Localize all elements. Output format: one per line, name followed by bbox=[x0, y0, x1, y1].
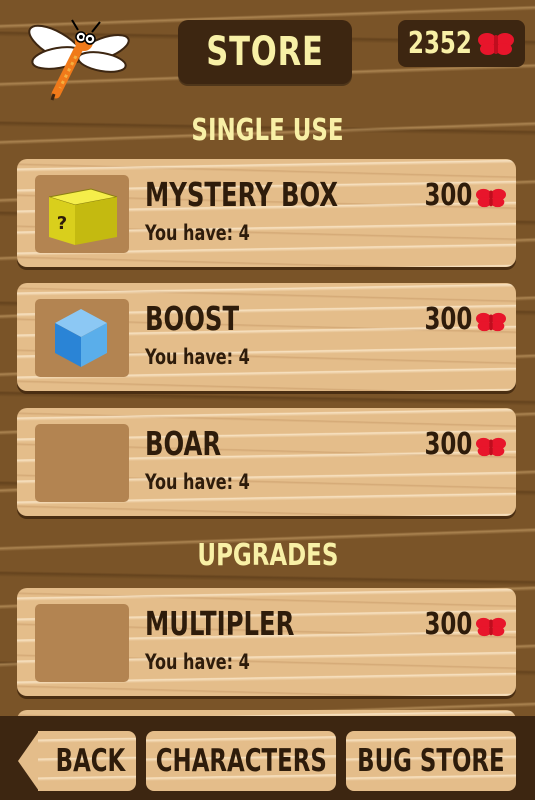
item-price: 300 bbox=[424, 607, 472, 642]
bug-store-button[interactable]: BUG STORE bbox=[346, 731, 516, 791]
currency-amount: 2352 bbox=[408, 26, 472, 61]
back-arrow-icon[interactable] bbox=[18, 731, 39, 791]
currency-counter: 2352 bbox=[398, 20, 525, 67]
item-price: 300 bbox=[424, 427, 472, 462]
item-price: 300 bbox=[424, 178, 472, 213]
blue-cube-icon bbox=[55, 309, 107, 367]
item-thumbnail bbox=[35, 424, 129, 502]
svg-text:?: ? bbox=[57, 213, 67, 234]
item-name: BOAR bbox=[145, 424, 222, 463]
section-heading-upgrades: UPGRADES bbox=[197, 538, 338, 573]
dragonfly-icon bbox=[26, 14, 134, 108]
item-thumbnail bbox=[35, 604, 129, 682]
store-item-boar[interactable]: BOAR You have: 4 300 bbox=[17, 408, 516, 516]
item-name: MYSTERY BOX bbox=[145, 175, 339, 214]
red-bug-icon bbox=[476, 312, 506, 332]
red-bug-icon bbox=[478, 33, 514, 55]
item-name: MULTIPLER bbox=[145, 604, 295, 643]
red-bug-icon bbox=[476, 188, 506, 208]
store-item-boost[interactable]: BOOST You have: 4 300 bbox=[17, 283, 516, 391]
store-item-mystery-box[interactable]: ? MYSTERY BOX You have: 4 300 bbox=[17, 159, 516, 267]
red-bug-icon bbox=[476, 437, 506, 457]
store-item-multipler[interactable]: MULTIPLER You have: 4 300 bbox=[17, 588, 516, 696]
item-thumbnail: ? bbox=[35, 175, 129, 253]
page-title: STORE bbox=[206, 29, 324, 75]
item-owned-count: You have: 4 bbox=[145, 221, 250, 245]
item-price: 300 bbox=[424, 302, 472, 337]
red-bug-icon bbox=[476, 617, 506, 637]
item-owned-count: You have: 4 bbox=[145, 345, 250, 369]
title-plate: STORE bbox=[178, 20, 352, 84]
item-owned-count: You have: 4 bbox=[145, 650, 250, 674]
back-button[interactable]: BACK bbox=[38, 731, 136, 791]
item-owned-count: You have: 4 bbox=[145, 470, 250, 494]
mystery-box-icon: ? bbox=[48, 188, 118, 245]
characters-button[interactable]: CHARACTERS bbox=[146, 731, 336, 791]
item-name: BOOST bbox=[145, 299, 240, 338]
item-thumbnail bbox=[35, 299, 129, 377]
section-heading-single-use: SINGLE USE bbox=[191, 113, 344, 148]
